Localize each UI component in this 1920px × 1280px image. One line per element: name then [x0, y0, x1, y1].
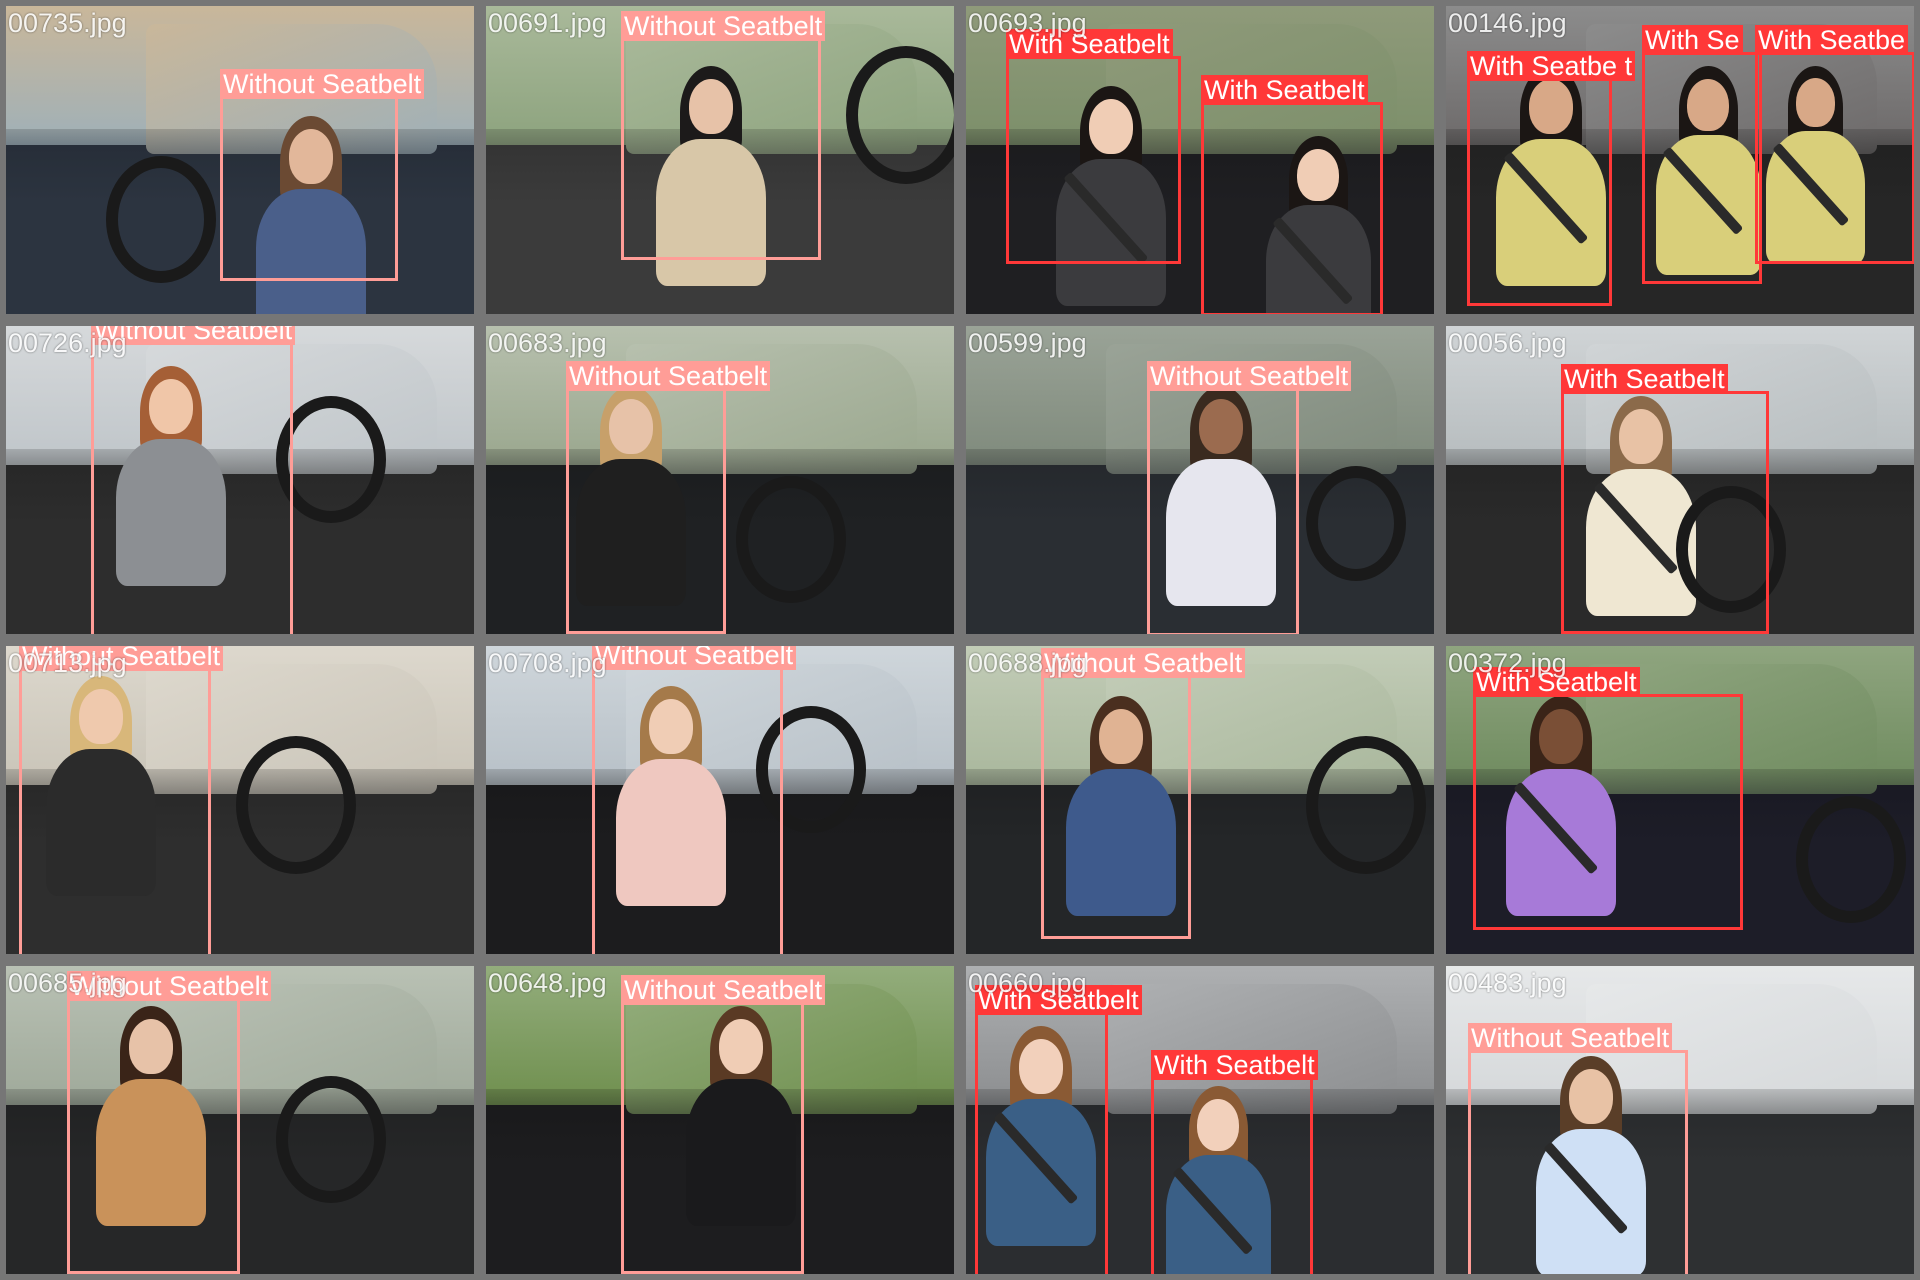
- steering-wheel: [736, 476, 846, 603]
- detection-box: Without Seatbelt: [621, 11, 826, 260]
- image-tile[interactable]: With Seatbelt 00056.jpg: [1440, 320, 1920, 640]
- detection-box: With Seatbelt: [1473, 667, 1743, 930]
- image-tile[interactable]: Without Seatbelt 00599.jpg: [960, 320, 1440, 640]
- image-tile[interactable]: Without Seatbelt 00713.jpg: [0, 640, 480, 960]
- steering-wheel: [236, 736, 356, 874]
- detection-box: With Seatbelt: [1006, 29, 1181, 264]
- detection-label: Without Seatbelt: [592, 646, 797, 670]
- steering-wheel: [1306, 466, 1406, 581]
- tile-filename: 00735.jpg: [8, 8, 127, 38]
- steering-wheel: [106, 156, 216, 283]
- detection-label: With Seatbe t: [1467, 51, 1636, 81]
- tile-filename: 00708.jpg: [488, 648, 607, 678]
- detection-label: With Seatbelt: [1201, 75, 1368, 105]
- detection-label: Without Seatbelt: [220, 69, 425, 99]
- steering-wheel: [1306, 736, 1426, 874]
- detection-box: Without Seatbelt: [1147, 361, 1352, 634]
- detection-box: Without Seatbelt: [566, 361, 771, 634]
- tile-filename: 00660.jpg: [968, 968, 1087, 998]
- detection-label: With Seatbe: [1755, 25, 1909, 55]
- detection-box: Without Seatbelt: [220, 69, 425, 281]
- detection-label: Without Seatbelt: [1147, 361, 1352, 391]
- detection-box: With Seatbelt: [1151, 1050, 1318, 1274]
- image-tile[interactable]: Without Seatbelt 00648.jpg: [480, 960, 960, 1280]
- detection-box: With Seatbelt: [975, 985, 1142, 1274]
- tile-filename: 00691.jpg: [488, 8, 607, 38]
- image-tile[interactable]: Without Seatbelt 00726.jpg: [0, 320, 480, 640]
- image-tile[interactable]: Without Seatbelt 00735.jpg: [0, 0, 480, 320]
- detection-box: Without Seatbelt: [91, 326, 296, 634]
- detection-box: Without Seatbelt: [19, 646, 224, 954]
- image-tile[interactable]: Without Seatbelt 00688.jpg: [960, 640, 1440, 960]
- image-tile[interactable]: Without Seatbelt 00691.jpg: [480, 0, 960, 320]
- image-tile[interactable]: With Seatbelt 00372.jpg: [1440, 640, 1920, 960]
- tile-filename: 00056.jpg: [1448, 328, 1567, 358]
- detection-box: Without Seatbelt: [1468, 1023, 1688, 1274]
- tile-filename: 00683.jpg: [488, 328, 607, 358]
- image-tile[interactable]: Without Seatbelt 00685.jpg: [0, 960, 480, 1280]
- tile-filename: 00726.jpg: [8, 328, 127, 358]
- image-tile[interactable]: Without Seatbelt 00708.jpg: [480, 640, 960, 960]
- image-tile[interactable]: With Seatbelt With Seatbelt 00693.jpg: [960, 0, 1440, 320]
- steering-wheel: [846, 46, 954, 184]
- detection-label: Without Seatbelt: [621, 11, 826, 41]
- image-tile[interactable]: Without Seatbelt 00683.jpg: [480, 320, 960, 640]
- detection-box: Without Seatbelt: [621, 975, 826, 1274]
- detection-box: With Seatbe: [1755, 25, 1914, 264]
- detection-label: With Seatbelt: [1151, 1050, 1318, 1080]
- detection-box: Without Seatbelt: [1041, 648, 1246, 939]
- detection-box: With Seatbelt: [1201, 75, 1383, 314]
- detection-label: Without Seatbelt: [621, 975, 826, 1005]
- tile-filename: 00713.jpg: [8, 648, 127, 678]
- tile-filename: 00599.jpg: [968, 328, 1087, 358]
- tile-filename: 00146.jpg: [1448, 8, 1567, 38]
- detection-mosaic: Without Seatbelt 00735.jpg Without Seatbel…: [0, 0, 1920, 1280]
- tile-filename: 00648.jpg: [488, 968, 607, 998]
- steering-wheel: [276, 1076, 386, 1203]
- tile-filename: 00372.jpg: [1448, 648, 1567, 678]
- detection-label: Without Seatbelt: [1468, 1023, 1673, 1053]
- detection-box: With Se: [1642, 25, 1762, 284]
- tile-photo: [966, 646, 1434, 954]
- tile-filename: 00483.jpg: [1448, 968, 1567, 998]
- steering-wheel: [1796, 796, 1906, 923]
- detection-label: Without Seatbelt: [566, 361, 771, 391]
- tile-filename: 00688.jpg: [968, 648, 1087, 678]
- image-tile[interactable]: With Seatbe t With Se With Seatbe 00146.jpg: [1440, 0, 1920, 320]
- tile-filename: 00685.jpg: [8, 968, 127, 998]
- detection-label: With Se: [1642, 25, 1743, 55]
- image-tile[interactable]: With Seatbelt With Seatbelt 00660.jpg: [960, 960, 1440, 1280]
- detection-box: With Seatbelt: [1561, 364, 1769, 634]
- detection-box: Without Seatbelt: [592, 646, 797, 954]
- tile-filename: 00693.jpg: [968, 8, 1087, 38]
- image-tile[interactable]: Without Seatbelt 00483.jpg: [1440, 960, 1920, 1280]
- detection-label: With Seatbelt: [1561, 364, 1728, 394]
- detection-box: With Seatbe t: [1467, 51, 1636, 306]
- detection-box: Without Seatbelt: [67, 971, 272, 1274]
